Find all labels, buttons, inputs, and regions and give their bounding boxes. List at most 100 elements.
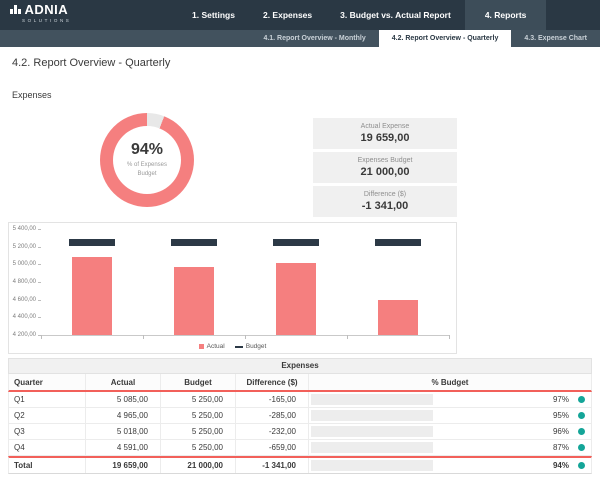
column-header-actual: Actual: [86, 374, 161, 390]
donut-center: 94% % of Expenses Budget: [113, 126, 181, 194]
row-budget: 5 250,00: [161, 408, 236, 423]
total-pct-bar-track: [311, 460, 433, 471]
donut-percent-value: 94%: [131, 142, 163, 158]
y-axis-tick: [38, 335, 41, 336]
tab-expense-chart[interactable]: 4.3. Expense Chart: [511, 30, 600, 47]
table-row: Q1 5 085,00 5 250,00 -165,00 97%: [8, 392, 592, 408]
x-axis-tick: [41, 335, 42, 339]
kpi-expenses-budget: Expenses Budget 21 000,00: [313, 152, 457, 183]
menu-item-reports[interactable]: 4. Reports: [465, 0, 547, 30]
row-pct-cell: 96%: [309, 424, 591, 439]
total-pct-value: 94%: [543, 461, 569, 470]
total-actual: 19 659,00: [86, 458, 161, 473]
adnia-logo: ADNIA SOLUTIONS: [10, 3, 71, 23]
row-quarter: Q4: [9, 440, 86, 455]
budget-legend-dash-icon: [235, 346, 243, 348]
legend-actual: Actual: [199, 343, 225, 350]
row-pct-bar-track: [311, 426, 433, 437]
row-pct-bar-track: [311, 442, 433, 453]
table-row: Q2 4 965,00 5 250,00 -285,00 95%: [8, 408, 592, 424]
table-row: Q4 4 591,00 5 250,00 -659,00 87%: [8, 440, 592, 456]
row-quarter: Q1: [9, 392, 86, 407]
row-actual: 5 085,00: [86, 392, 161, 407]
row-pct-bar-track: [311, 410, 433, 421]
row-pct-bar-track: [311, 394, 433, 405]
y-axis-label: 4 400,00: [9, 314, 36, 320]
top-navigation: ADNIA SOLUTIONS 1. Settings 2. Expenses …: [0, 0, 600, 30]
tab-report-overview-quarterly[interactable]: 4.2. Report Overview - Quarterly: [379, 30, 512, 47]
total-budget: 21 000,00: [161, 458, 236, 473]
row-pct-cell: 87%: [309, 440, 591, 455]
menu-item-budget-vs-actual[interactable]: 3. Budget vs. Actual Report: [326, 0, 465, 30]
y-axis-tick: [38, 282, 41, 283]
row-pct-cell: 97%: [309, 392, 591, 407]
actual-bar-q1: [72, 257, 112, 335]
report-sub-navigation: 4.1. Report Overview - Monthly 4.2. Repo…: [0, 30, 600, 47]
y-axis-tick: [38, 229, 41, 230]
row-actual: 4 965,00: [86, 408, 161, 423]
table-row: Q3 5 018,00 5 250,00 -232,00 96%: [8, 424, 592, 440]
row-pct-value: 95%: [543, 411, 569, 420]
budget-dash-q3: [273, 239, 319, 246]
row-budget: 5 250,00: [161, 440, 236, 455]
main-menu: 1. Settings 2. Expenses 3. Budget vs. Ac…: [178, 0, 546, 30]
status-dot-icon: [578, 444, 585, 451]
section-label-expenses: Expenses: [12, 90, 52, 100]
kpi-difference: Difference ($) -1 341,00: [313, 186, 457, 217]
x-axis-tick: [449, 335, 450, 339]
actual-bar-q3: [276, 263, 316, 335]
y-axis-label: 4 200,00: [9, 332, 36, 338]
total-label: Total: [9, 458, 86, 473]
status-dot-icon: [578, 428, 585, 435]
actual-legend-swatch-icon: [199, 344, 204, 349]
actual-bar-q4: [378, 300, 418, 335]
actual-bar-q2: [174, 267, 214, 335]
x-axis-tick: [143, 335, 144, 339]
y-axis-tick: [38, 317, 41, 318]
row-pct-value: 87%: [543, 443, 569, 452]
logo-tagline: SOLUTIONS: [22, 18, 71, 23]
row-actual: 5 018,00: [86, 424, 161, 439]
total-difference: -1 341,00: [236, 458, 309, 473]
x-axis-tick: [245, 335, 246, 339]
chart-legend: Actual Budget: [9, 343, 456, 350]
row-difference: -165,00: [236, 392, 309, 407]
y-axis-label: 4 800,00: [9, 279, 36, 285]
kpi-actual-expense: Actual Expense 19 659,00: [313, 118, 457, 149]
donut-caption: % of Expenses Budget: [127, 161, 167, 179]
column-header-quarter: Quarter: [9, 374, 86, 390]
status-dot-icon: [578, 396, 585, 403]
row-pct-cell: 95%: [309, 408, 591, 423]
kpi-panel: Actual Expense 19 659,00 Expenses Budget…: [313, 118, 457, 220]
table-title: Expenses: [8, 358, 592, 374]
y-axis-label: 5 000,00: [9, 261, 36, 267]
menu-item-settings[interactable]: 1. Settings: [178, 0, 249, 30]
y-axis-label: 5 200,00: [9, 244, 36, 250]
table-total-row: Total 19 659,00 21 000,00 -1 341,00 94%: [8, 456, 592, 474]
y-axis-tick: [38, 300, 41, 301]
row-quarter: Q2: [9, 408, 86, 423]
budget-percent-donut-chart: 94% % of Expenses Budget: [100, 113, 194, 207]
column-header-difference: Difference ($): [236, 374, 309, 390]
table-header-row: Quarter Actual Budget Difference ($) % B…: [8, 374, 592, 392]
page-title: 4.2. Report Overview - Quarterly: [12, 57, 170, 69]
y-axis-tick: [38, 247, 41, 248]
row-actual: 4 591,00: [86, 440, 161, 455]
logo-name: ADNIA: [25, 3, 69, 16]
total-pct-cell: 94%: [309, 458, 591, 473]
budget-dash-q4: [375, 239, 421, 246]
column-header-pct-budget: % Budget: [309, 374, 591, 390]
chart-plot-area: [41, 229, 449, 336]
y-axis-label: 4 600,00: [9, 297, 36, 303]
menu-item-expenses[interactable]: 2. Expenses: [249, 0, 326, 30]
tab-report-overview-monthly[interactable]: 4.1. Report Overview - Monthly: [250, 30, 378, 47]
report-page: ADNIA SOLUTIONS 1. Settings 2. Expenses …: [0, 0, 600, 480]
row-budget: 5 250,00: [161, 392, 236, 407]
expenses-table: Expenses Quarter Actual Budget Differenc…: [8, 358, 592, 474]
row-quarter: Q3: [9, 424, 86, 439]
table-body: Q1 5 085,00 5 250,00 -165,00 97% Q2 4 96…: [8, 392, 592, 456]
x-axis-tick: [347, 335, 348, 339]
total-status-dot-icon: [578, 462, 585, 469]
adnia-logo-icon: [10, 5, 21, 16]
row-budget: 5 250,00: [161, 424, 236, 439]
